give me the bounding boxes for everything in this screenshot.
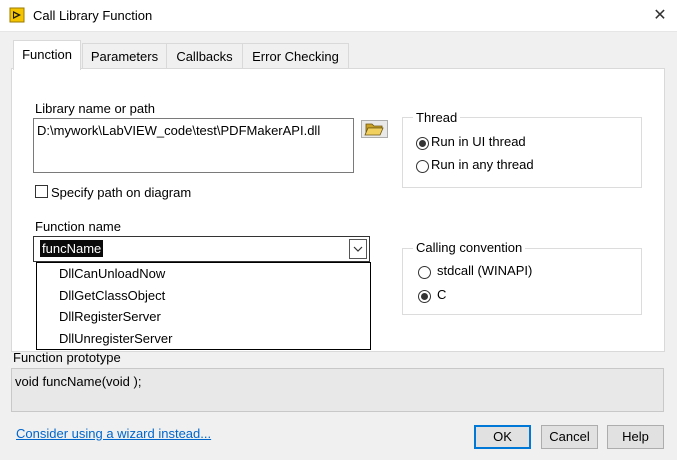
dropdown-option[interactable]: DllRegisterServer bbox=[59, 306, 161, 328]
help-button[interactable]: Help bbox=[607, 425, 664, 449]
tab-callbacks[interactable]: Callbacks bbox=[166, 43, 243, 69]
c-convention-label: C bbox=[437, 287, 447, 302]
calling-convention-title: Calling convention bbox=[413, 240, 526, 255]
function-name-label: Function name bbox=[35, 219, 121, 234]
tab-parameters[interactable]: Parameters bbox=[82, 43, 167, 69]
thread-group bbox=[402, 117, 642, 188]
c-convention-radio[interactable] bbox=[418, 290, 431, 303]
calling-convention-group bbox=[402, 248, 642, 315]
run-ui-thread-radio[interactable] bbox=[416, 137, 429, 150]
close-icon: ✕ bbox=[653, 7, 667, 24]
stdcall-radio[interactable] bbox=[418, 266, 431, 279]
function-name-combo[interactable]: funcName bbox=[33, 236, 370, 262]
combo-dropdown-button[interactable] bbox=[349, 239, 367, 259]
library-path-input[interactable]: D:\mywork\LabVIEW_code\test\PDFMakerAPI.… bbox=[33, 118, 354, 173]
folder-open-icon bbox=[364, 123, 384, 136]
window-title: Call Library Function bbox=[33, 8, 153, 23]
tab-error-checking[interactable]: Error Checking bbox=[242, 43, 349, 69]
wizard-link[interactable]: Consider using a wizard instead... bbox=[16, 426, 211, 441]
ok-button[interactable]: OK bbox=[474, 425, 531, 449]
cancel-button[interactable]: Cancel bbox=[541, 425, 598, 449]
dropdown-option[interactable]: DllUnregisterServer bbox=[59, 328, 172, 350]
run-any-thread-radio[interactable] bbox=[416, 160, 429, 173]
specify-path-label: Specify path on diagram bbox=[51, 185, 192, 200]
function-name-dropdown: DllCanUnloadNow DllGetClassObject DllReg… bbox=[36, 262, 371, 350]
browse-button[interactable] bbox=[361, 120, 388, 138]
dropdown-option[interactable]: DllCanUnloadNow bbox=[59, 263, 165, 285]
labview-icon bbox=[9, 7, 25, 23]
function-prototype-label: Function prototype bbox=[13, 350, 121, 365]
run-ui-thread-label: Run in UI thread bbox=[431, 134, 526, 149]
dropdown-option[interactable]: DllGetClassObject bbox=[59, 285, 165, 307]
thread-group-title: Thread bbox=[413, 110, 461, 125]
close-button[interactable]: ✕ bbox=[643, 0, 677, 31]
function-name-value: funcName bbox=[40, 240, 104, 257]
tab-function[interactable]: Function bbox=[13, 40, 81, 70]
run-any-thread-label: Run in any thread bbox=[431, 157, 534, 172]
specify-path-checkbox[interactable] bbox=[35, 185, 48, 198]
stdcall-label: stdcall (WINAPI) bbox=[437, 263, 533, 278]
title-bar: Call Library Function ✕ bbox=[0, 0, 677, 32]
library-path-label: Library name or path bbox=[35, 101, 155, 116]
chevron-down-icon bbox=[353, 246, 363, 252]
function-prototype-display: void funcName(void ); bbox=[11, 368, 664, 412]
